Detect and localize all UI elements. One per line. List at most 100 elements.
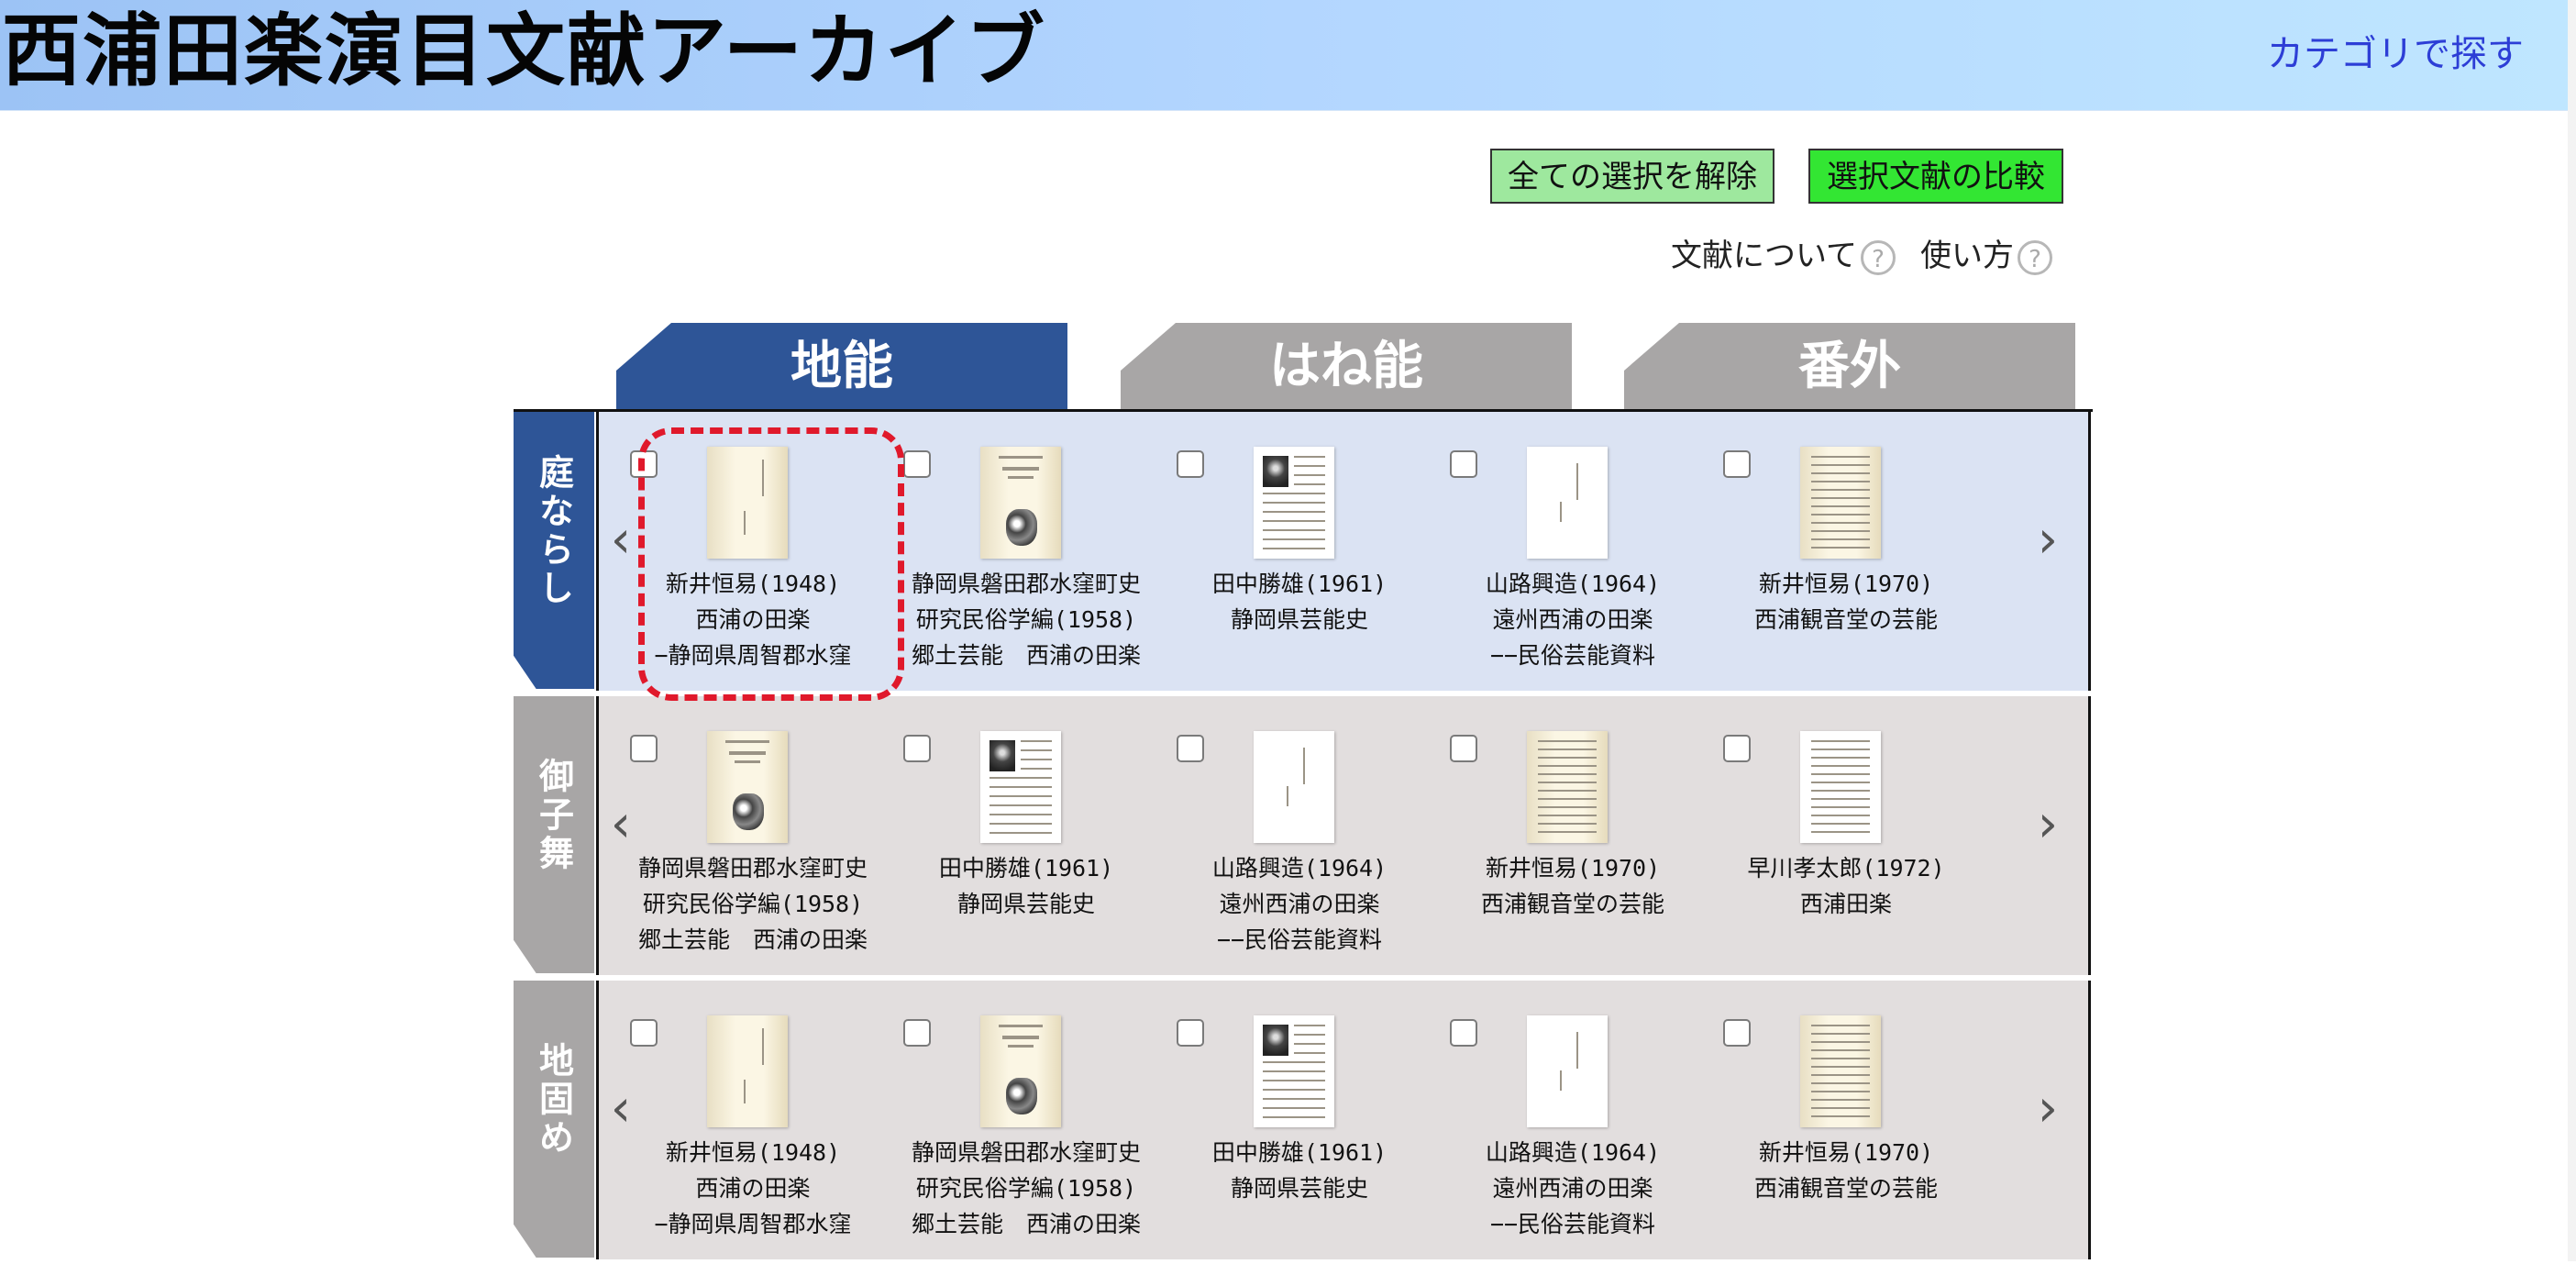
literature-card[interactable]: 新井恒易(1948) 西浦の田楽 −静岡県周智郡水窪 <box>617 981 889 1259</box>
literature-card[interactable]: 静岡県磐田郡水窪町史 研究民俗学編(1958) 郷土芸能 西浦の田楽 <box>617 696 889 975</box>
caption-line: 遠州西浦の田楽 <box>1492 1175 1653 1202</box>
select-checkbox[interactable] <box>1177 450 1204 478</box>
select-checkbox[interactable] <box>1450 450 1477 478</box>
row-label-text: 庭ならし <box>533 454 574 608</box>
cover-text-line <box>735 760 760 763</box>
caption-line: 山路興造(1964) <box>1211 855 1388 881</box>
literature-card[interactable]: 新井恒易(1948) 西浦の田楽 −静岡県周智郡水窪 <box>617 412 889 691</box>
literature-caption[interactable]: 新井恒易(1948) 西浦の田楽 −静岡県周智郡水窪 <box>617 566 889 673</box>
literature-thumbnail[interactable] <box>1800 447 1881 559</box>
literature-caption[interactable]: 静岡県磐田郡水窪町史 研究民俗学編(1958) 郷土芸能 西浦の田楽 <box>890 566 1162 673</box>
select-checkbox[interactable] <box>630 1019 658 1047</box>
select-checkbox[interactable] <box>1450 735 1477 762</box>
literature-caption[interactable]: 新井恒易(1970) 西浦観音堂の芸能 <box>1437 850 1708 922</box>
literature-card[interactable]: 新井恒易(1970) 西浦観音堂の芸能 <box>1437 696 1708 975</box>
caption-line: 山路興造(1964) <box>1485 1139 1661 1166</box>
title-text-line <box>1303 748 1305 784</box>
literature-thumbnail[interactable] <box>707 731 788 843</box>
category-row: 庭ならし ‹ 新井恒易(1948) 西浦の田楽 −静岡県周智郡水窪 静岡県磐田郡水窪町史研… <box>514 412 2093 693</box>
literature-caption[interactable]: 山路興造(1964) 遠州西浦の田楽 −−民俗芸能資料 <box>1437 1135 1708 1242</box>
page-text-line <box>1811 538 1870 540</box>
literature-caption[interactable]: 田中勝雄(1961) 静岡県芸能史 <box>1164 1135 1435 1206</box>
carousel-next-icon[interactable]: › <box>2029 1072 2066 1146</box>
literature-thumbnail[interactable] <box>1254 731 1334 843</box>
literature-caption[interactable]: 新井恒易(1948) 西浦の田楽 −静岡県周智郡水窪 <box>617 1135 889 1242</box>
select-checkbox[interactable] <box>1723 735 1751 762</box>
literature-card[interactable]: 山路興造(1964) 遠州西浦の田楽 −−民俗芸能資料 <box>1164 696 1435 975</box>
literature-thumbnail[interactable] <box>980 447 1061 559</box>
literature-card[interactable]: 静岡県磐田郡水窪町史 研究民俗学編(1958) 郷土芸能 西浦の田楽 <box>890 981 1162 1259</box>
literature-card[interactable]: 田中勝雄(1961) 静岡県芸能史 <box>1164 981 1435 1259</box>
select-checkbox[interactable] <box>903 1019 931 1047</box>
literature-card[interactable]: 山路興造(1964) 遠州西浦の田楽 −−民俗芸能資料 <box>1437 412 1708 691</box>
literature-caption[interactable]: 新井恒易(1970) 西浦観音堂の芸能 <box>1710 1135 1982 1206</box>
carousel-next-icon[interactable]: › <box>2029 504 2066 577</box>
literature-card[interactable]: 山路興造(1964) 遠州西浦の田楽 −−民俗芸能資料 <box>1437 981 1708 1259</box>
literature-card[interactable]: 新井恒易(1970) 西浦観音堂の芸能 <box>1710 981 1982 1259</box>
literature-thumbnail[interactable] <box>1527 447 1608 559</box>
page-text-line <box>1811 1066 1870 1068</box>
about-literature-link[interactable]: 文献について? <box>1671 234 1896 278</box>
literature-thumbnail[interactable] <box>980 731 1061 843</box>
literature-caption[interactable]: 静岡県磐田郡水窪町史 研究民俗学編(1958) 郷土芸能 西浦の田楽 <box>617 850 889 958</box>
select-checkbox[interactable] <box>630 735 658 762</box>
literature-thumbnail[interactable] <box>1254 1015 1334 1127</box>
page-text-line <box>1811 1107 1870 1109</box>
page-text-line <box>1294 456 1325 458</box>
literature-caption[interactable]: 田中勝雄(1961) 静岡県芸能史 <box>1164 566 1435 638</box>
page-text-line <box>1263 493 1325 494</box>
literature-thumbnail[interactable] <box>1527 1015 1608 1127</box>
literature-card[interactable]: 静岡県磐田郡水窪町史 研究民俗学編(1958) 郷土芸能 西浦の田楽 <box>890 412 1162 691</box>
page-text-line <box>1811 1074 1870 1076</box>
caption-line: 新井恒易(1970) <box>1758 571 1934 597</box>
tab-jinou[interactable]: 地能 <box>616 323 1067 411</box>
help-icon[interactable]: ? <box>1860 239 1896 275</box>
literature-caption[interactable]: 静岡県磐田郡水窪町史 研究民俗学編(1958) 郷土芸能 西浦の田楽 <box>890 1135 1162 1242</box>
select-checkbox[interactable] <box>1177 1019 1204 1047</box>
select-checkbox[interactable] <box>1723 450 1751 478</box>
compare-selected-button[interactable]: 選択文献の比較 <box>1808 149 2063 204</box>
page-text-line <box>1294 474 1325 476</box>
literature-card[interactable]: 田中勝雄(1961) 静岡県芸能史 <box>890 696 1162 975</box>
literature-card[interactable]: 早川孝太郎(1972) 西浦田楽 <box>1710 696 1982 975</box>
page-text-line <box>1538 765 1597 767</box>
page-text-line <box>1021 759 1052 760</box>
literature-thumbnail[interactable] <box>1254 447 1334 559</box>
caption-line: 研究民俗学編(1958) <box>642 891 864 917</box>
page-text-line <box>1811 514 1870 516</box>
literature-thumbnail[interactable] <box>1527 731 1608 843</box>
literature-card[interactable]: 新井恒易(1970) 西浦観音堂の芸能 <box>1710 412 1982 691</box>
caption-line: 静岡県芸能史 <box>1230 606 1368 633</box>
carousel-next-icon[interactable]: › <box>2029 788 2066 861</box>
help-icon[interactable]: ? <box>2018 239 2052 275</box>
literature-caption[interactable]: 田中勝雄(1961) 静岡県芸能史 <box>890 850 1162 922</box>
literature-caption[interactable]: 山路興造(1964) 遠州西浦の田楽 −−民俗芸能資料 <box>1437 566 1708 673</box>
select-checkbox[interactable] <box>1723 1019 1751 1047</box>
select-checkbox[interactable] <box>630 450 658 478</box>
usage-link[interactable]: 使い方? <box>1920 234 2052 278</box>
tab-hanenou[interactable]: はね能 <box>1121 323 1572 411</box>
select-checkbox[interactable] <box>903 450 931 478</box>
page-text-line <box>1538 740 1597 742</box>
category-search-link[interactable]: カテゴリで探す <box>2267 24 2524 77</box>
select-checkbox[interactable] <box>903 735 931 762</box>
caption-line: 田中勝雄(1961) <box>938 855 1114 881</box>
literature-caption[interactable]: 山路興造(1964) 遠州西浦の田楽 −−民俗芸能資料 <box>1164 850 1435 958</box>
page-text-line <box>989 804 1052 806</box>
literature-card[interactable]: 田中勝雄(1961) 静岡県芸能史 <box>1164 412 1435 691</box>
caption-line: 早川孝太郎(1972) <box>1747 855 1945 881</box>
clear-selection-button[interactable]: 全ての選択を解除 <box>1490 149 1774 204</box>
select-checkbox[interactable] <box>1450 1019 1477 1047</box>
caption-line: 郷土芸能 西浦の田楽 <box>637 926 868 953</box>
tab-bangai[interactable]: 番外 <box>1624 323 2075 411</box>
page-text-line <box>1811 798 1870 800</box>
literature-thumbnail[interactable] <box>707 447 788 559</box>
literature-caption[interactable]: 早川孝太郎(1972) 西浦田楽 <box>1710 850 1982 922</box>
page-text-line <box>1263 1089 1325 1091</box>
select-checkbox[interactable] <box>1177 735 1204 762</box>
literature-thumbnail[interactable] <box>707 1015 788 1127</box>
literature-thumbnail[interactable] <box>980 1015 1061 1127</box>
literature-thumbnail[interactable] <box>1800 1015 1881 1127</box>
literature-thumbnail[interactable] <box>1800 731 1881 843</box>
literature-caption[interactable]: 新井恒易(1970) 西浦観音堂の芸能 <box>1710 566 1982 638</box>
